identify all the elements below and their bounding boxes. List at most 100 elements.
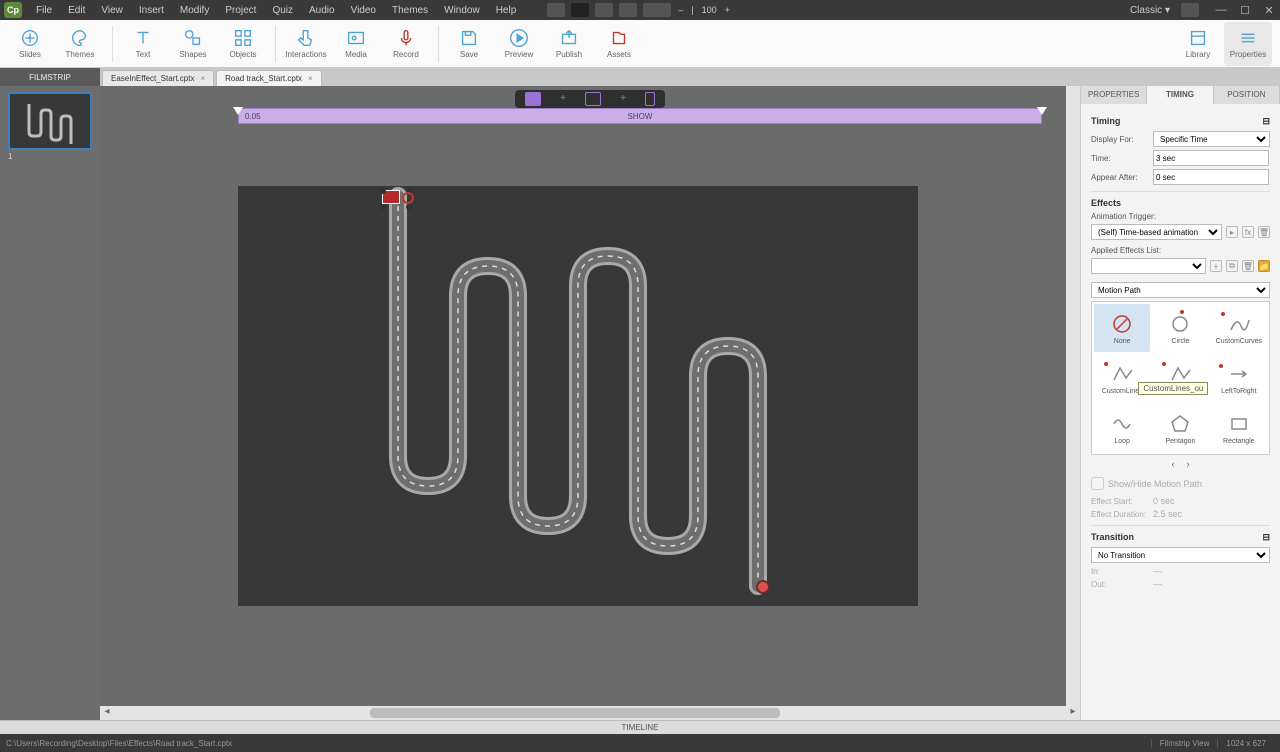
tab-properties[interactable]: PROPERTIES [1081, 86, 1147, 104]
appear-after-input[interactable] [1153, 169, 1269, 185]
section-timing: Timing⊟ [1091, 116, 1270, 127]
close-icon[interactable]: × [200, 74, 205, 83]
close-icon[interactable]: × [308, 74, 313, 83]
menu-themes[interactable]: Themes [384, 5, 436, 16]
tool-preview[interactable]: Preview [495, 22, 543, 66]
tool-library[interactable]: Library [1174, 22, 1222, 66]
device-preview-bar: + + [515, 90, 665, 108]
tab-position[interactable]: POSITION [1214, 86, 1280, 104]
time-input[interactable] [1153, 150, 1269, 166]
collapse-icon[interactable]: ⊟ [1262, 532, 1270, 543]
tool-themes[interactable]: Themes [56, 22, 104, 66]
animation-trigger-select[interactable]: (Self) Time-based animation [1091, 224, 1222, 240]
tool-save[interactable]: Save [445, 22, 493, 66]
tool-record[interactable]: Record [382, 22, 430, 66]
transition-out-label: Out: [1091, 580, 1149, 589]
effect-pentagon[interactable]: Pentagon [1152, 404, 1208, 452]
pager-next[interactable]: › [1187, 459, 1190, 469]
car-object[interactable] [382, 190, 410, 212]
menu-video[interactable]: Video [343, 5, 384, 16]
redo-icon[interactable] [619, 3, 637, 17]
browse-folder-icon[interactable]: 📁 [1258, 260, 1270, 272]
collapse-icon[interactable]: ⊟ [1262, 116, 1270, 127]
timing-ruler[interactable]: 0.05 SHOW [238, 108, 1042, 124]
effect-circle[interactable]: Circle [1152, 304, 1208, 352]
device-add[interactable]: + [615, 92, 631, 106]
horizontal-scrollbar[interactable]: ◂ ▸ [100, 706, 1080, 720]
path-end-marker[interactable] [756, 580, 770, 594]
properties-panel: PROPERTIES TIMING POSITION Timing⊟ Displ… [1080, 86, 1280, 720]
undo-icon[interactable] [595, 3, 613, 17]
slide-canvas[interactable] [238, 186, 918, 606]
device-mobile[interactable] [645, 92, 655, 106]
menu-help[interactable]: Help [488, 5, 525, 16]
effect-lefttoright[interactable]: LeftToRight [1211, 354, 1267, 402]
tool-text[interactable]: Text [119, 22, 167, 66]
effect-none[interactable]: None [1094, 304, 1150, 352]
window-maximize[interactable]: ☐ [1238, 4, 1252, 16]
search-icon[interactable] [1181, 3, 1199, 17]
slide-thumbnail-1[interactable] [8, 92, 92, 150]
scroll-right-icon[interactable]: ▸ [1066, 706, 1080, 720]
menu-insert[interactable]: Insert [131, 5, 172, 16]
section-effects: Effects [1091, 198, 1270, 208]
workspace-dropdown[interactable]: Classic ▾ [1122, 5, 1178, 16]
transition-select[interactable]: No Transition [1091, 547, 1270, 563]
trash-icon[interactable]: 🗑 [1258, 226, 1270, 238]
menu-project[interactable]: Project [217, 5, 264, 16]
menu-modify[interactable]: Modify [172, 5, 217, 16]
menu-window[interactable]: Window [436, 5, 488, 16]
fx-icon[interactable]: fx [1242, 226, 1254, 238]
window-minimize[interactable]: — [1214, 4, 1228, 16]
ruler-start-marker[interactable] [233, 107, 243, 115]
pager-prev[interactable]: ‹ [1172, 459, 1175, 469]
applied-effects-label: Applied Effects List: [1091, 246, 1181, 255]
clone-effect-icon[interactable]: ⧉ [1226, 260, 1238, 272]
menu-audio[interactable]: Audio [301, 5, 343, 16]
vertical-scrollbar[interactable] [1066, 86, 1080, 706]
effect-customcurves[interactable]: CustomCurves [1211, 304, 1267, 352]
tool-media[interactable]: Media [332, 22, 380, 66]
show-path-checkbox [1091, 477, 1104, 490]
scroll-thumb[interactable] [370, 708, 780, 718]
device-add[interactable]: + [555, 92, 571, 106]
effect-rectangle[interactable]: Rectangle [1211, 404, 1267, 452]
record-icon[interactable] [571, 3, 589, 17]
applied-effects-select[interactable] [1091, 258, 1206, 274]
document-tab-row: FILMSTRIP EaseInEffect_Start.cptx× Road … [0, 68, 1280, 86]
tool-slides[interactable]: Slides [6, 22, 54, 66]
tool-objects[interactable]: Objects [219, 22, 267, 66]
menu-file[interactable]: File [28, 5, 60, 16]
scroll-left-icon[interactable]: ◂ [100, 706, 114, 720]
effect-category-select[interactable]: Motion Path [1091, 282, 1270, 298]
timeline-collapsed[interactable]: TIMELINE [0, 720, 1280, 734]
effect-loop[interactable]: Loop [1094, 404, 1150, 452]
delete-effect-icon[interactable]: 🗑 [1242, 260, 1254, 272]
tool-publish[interactable]: Publish [545, 22, 593, 66]
device-tablet[interactable] [585, 92, 601, 106]
filmstrip-panel: 1 [0, 86, 100, 720]
tab-timing[interactable]: TIMING [1147, 86, 1213, 104]
effect-customlines-2[interactable]: CustomLines CustomLines_ou [1152, 354, 1208, 402]
effect-start-value: 0 sec [1153, 496, 1175, 506]
device-desktop[interactable] [525, 92, 541, 106]
layout-icon[interactable] [547, 3, 565, 17]
ruler-end-marker[interactable] [1037, 107, 1047, 115]
menu-edit[interactable]: Edit [60, 5, 93, 16]
document-tab-1[interactable]: EaseInEffect_Start.cptx× [102, 70, 214, 86]
document-tab-2[interactable]: Road track_Start.cptx× [216, 70, 322, 86]
add-effect-icon[interactable]: + [1210, 260, 1222, 272]
effects-grid: None Circle CustomCurves CustomLines Cus… [1091, 301, 1270, 455]
display-for-select[interactable]: Specific Time [1153, 131, 1270, 147]
zoom-box[interactable] [643, 3, 671, 17]
menu-view[interactable]: View [93, 5, 131, 16]
tool-shapes[interactable]: Shapes [169, 22, 217, 66]
appear-after-label: Appear After: [1091, 173, 1149, 182]
window-close[interactable]: ✕ [1262, 4, 1276, 16]
play-effect-icon[interactable]: ▸ [1226, 226, 1238, 238]
tool-assets[interactable]: Assets [595, 22, 643, 66]
tool-properties[interactable]: Properties [1224, 22, 1272, 66]
menu-quiz[interactable]: Quiz [264, 5, 301, 16]
tool-interactions[interactable]: Interactions [282, 22, 330, 66]
filmstrip-tab[interactable]: FILMSTRIP [0, 68, 100, 86]
